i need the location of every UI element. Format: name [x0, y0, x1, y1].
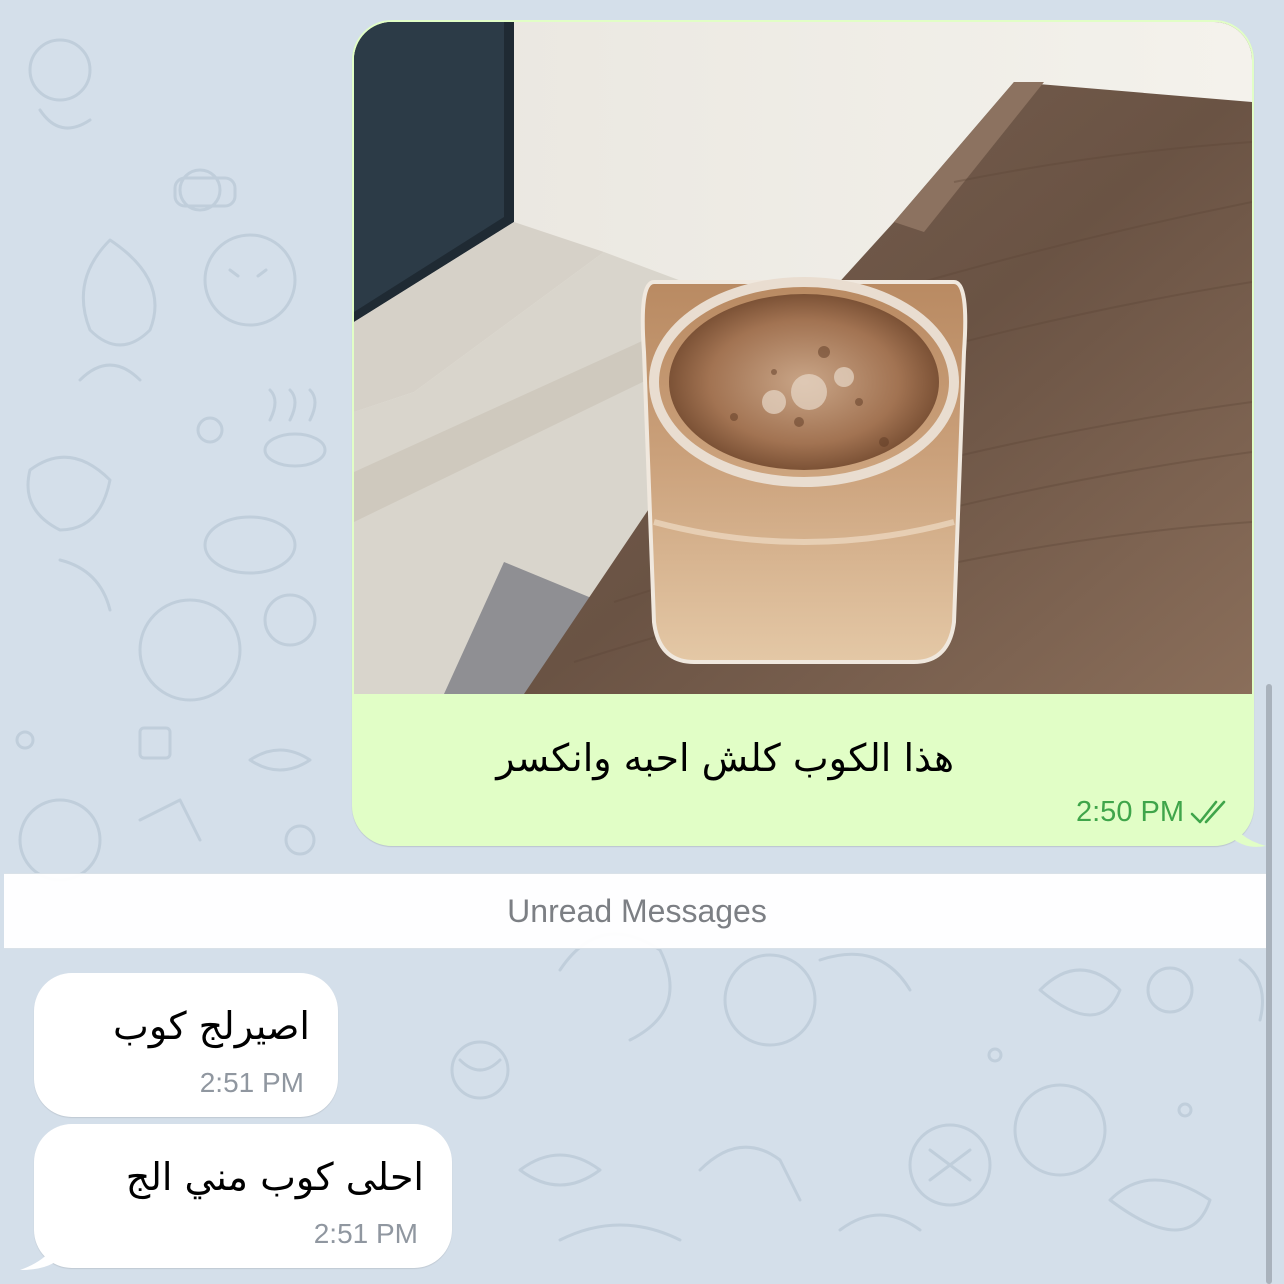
coffee-photo[interactable] [354, 22, 1252, 694]
incoming-bubble-tail [20, 1232, 60, 1270]
chat-scrollbar[interactable] [1266, 684, 1272, 1284]
incoming-message-time: 2:51 PM [199, 1067, 304, 1098]
incoming-message[interactable]: احلى كوب مني الج 2:51 PM [34, 1124, 452, 1268]
incoming-message-time: 2:51 PM [313, 1218, 418, 1249]
outgoing-message-text: هذا الكوب كلش احبه وانكسر [496, 736, 954, 780]
incoming-message-text: احلى كوب مني الج [125, 1155, 424, 1199]
outgoing-message-meta: 2:50 PM [1076, 792, 1234, 832]
incoming-message-text: اصيرلج كوب [113, 1004, 310, 1048]
outgoing-photo-message[interactable]: هذا الكوب كلش احبه وانكسر 2:50 PM [352, 20, 1254, 846]
outgoing-message-time: 2:50 PM [1076, 795, 1184, 828]
incoming-message[interactable]: اصيرلج كوب 2:51 PM [34, 973, 338, 1117]
coffee-photo-image [354, 22, 1252, 694]
outgoing-bubble-tail [1230, 816, 1266, 847]
unread-messages-divider: Unread Messages [4, 873, 1270, 949]
double-check-icon [1190, 800, 1226, 824]
